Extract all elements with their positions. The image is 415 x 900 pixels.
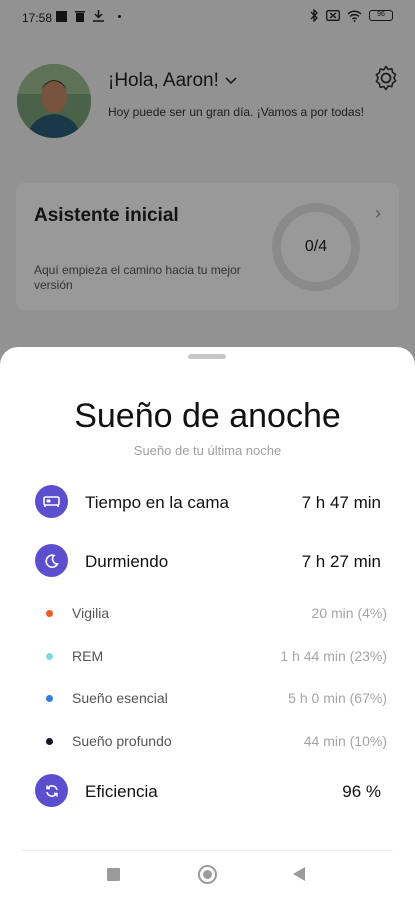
drag-handle[interactable]	[188, 354, 226, 359]
stage-label: Sueño esencial	[72, 690, 168, 706]
stage-color-dot	[46, 738, 53, 745]
row-label: Eficiencia	[85, 782, 158, 801]
refresh-icon	[35, 774, 68, 807]
stage-label: REM	[72, 648, 104, 664]
back-button[interactable]	[293, 867, 305, 881]
sleep-summary-sheet: Sueño de anoche Sueño de tu última noche…	[0, 347, 415, 900]
stage-label: Sueño profundo	[72, 733, 172, 749]
sheet-subtitle: Sueño de tu última noche	[133, 443, 282, 458]
stage-value: 1 h 44 min (23%)	[280, 648, 387, 664]
sheet-title: Sueño de anoche	[74, 397, 341, 435]
bed-icon	[35, 485, 68, 518]
recents-button[interactable]	[107, 868, 120, 881]
divider	[22, 850, 393, 851]
row-time-in-bed: Tiempo en la cama 7 h 47 min	[35, 485, 381, 519]
row-value: 96 %	[342, 782, 381, 801]
moon-icon	[35, 544, 68, 577]
stage-rem: REM 1 h 44 min (23%)	[46, 647, 387, 667]
row-efficiency: Eficiencia 96 %	[35, 774, 381, 808]
row-label: Tiempo en la cama	[85, 493, 229, 512]
row-value: 7 h 27 min	[301, 552, 381, 571]
row-value: 7 h 47 min	[301, 493, 381, 512]
row-label: Durmiendo	[85, 552, 169, 571]
stage-deep: Sueño profundo 44 min (10%)	[46, 732, 387, 752]
stage-color-dot	[46, 695, 53, 702]
stage-value: 20 min (4%)	[311, 605, 387, 621]
system-nav-bar	[0, 860, 415, 900]
stage-awake: Vigilia 20 min (4%)	[46, 604, 387, 624]
stage-core: Sueño esencial 5 h 0 min (67%)	[46, 689, 387, 709]
stage-value: 44 min (10%)	[303, 733, 387, 749]
stage-value: 5 h 0 min (67%)	[288, 690, 387, 706]
stage-color-dot	[46, 653, 53, 660]
home-button[interactable]	[198, 865, 217, 884]
row-sleeping: Durmiendo 7 h 27 min	[35, 544, 381, 578]
stage-label: Vigilia	[72, 605, 110, 621]
stage-color-dot	[46, 610, 53, 617]
